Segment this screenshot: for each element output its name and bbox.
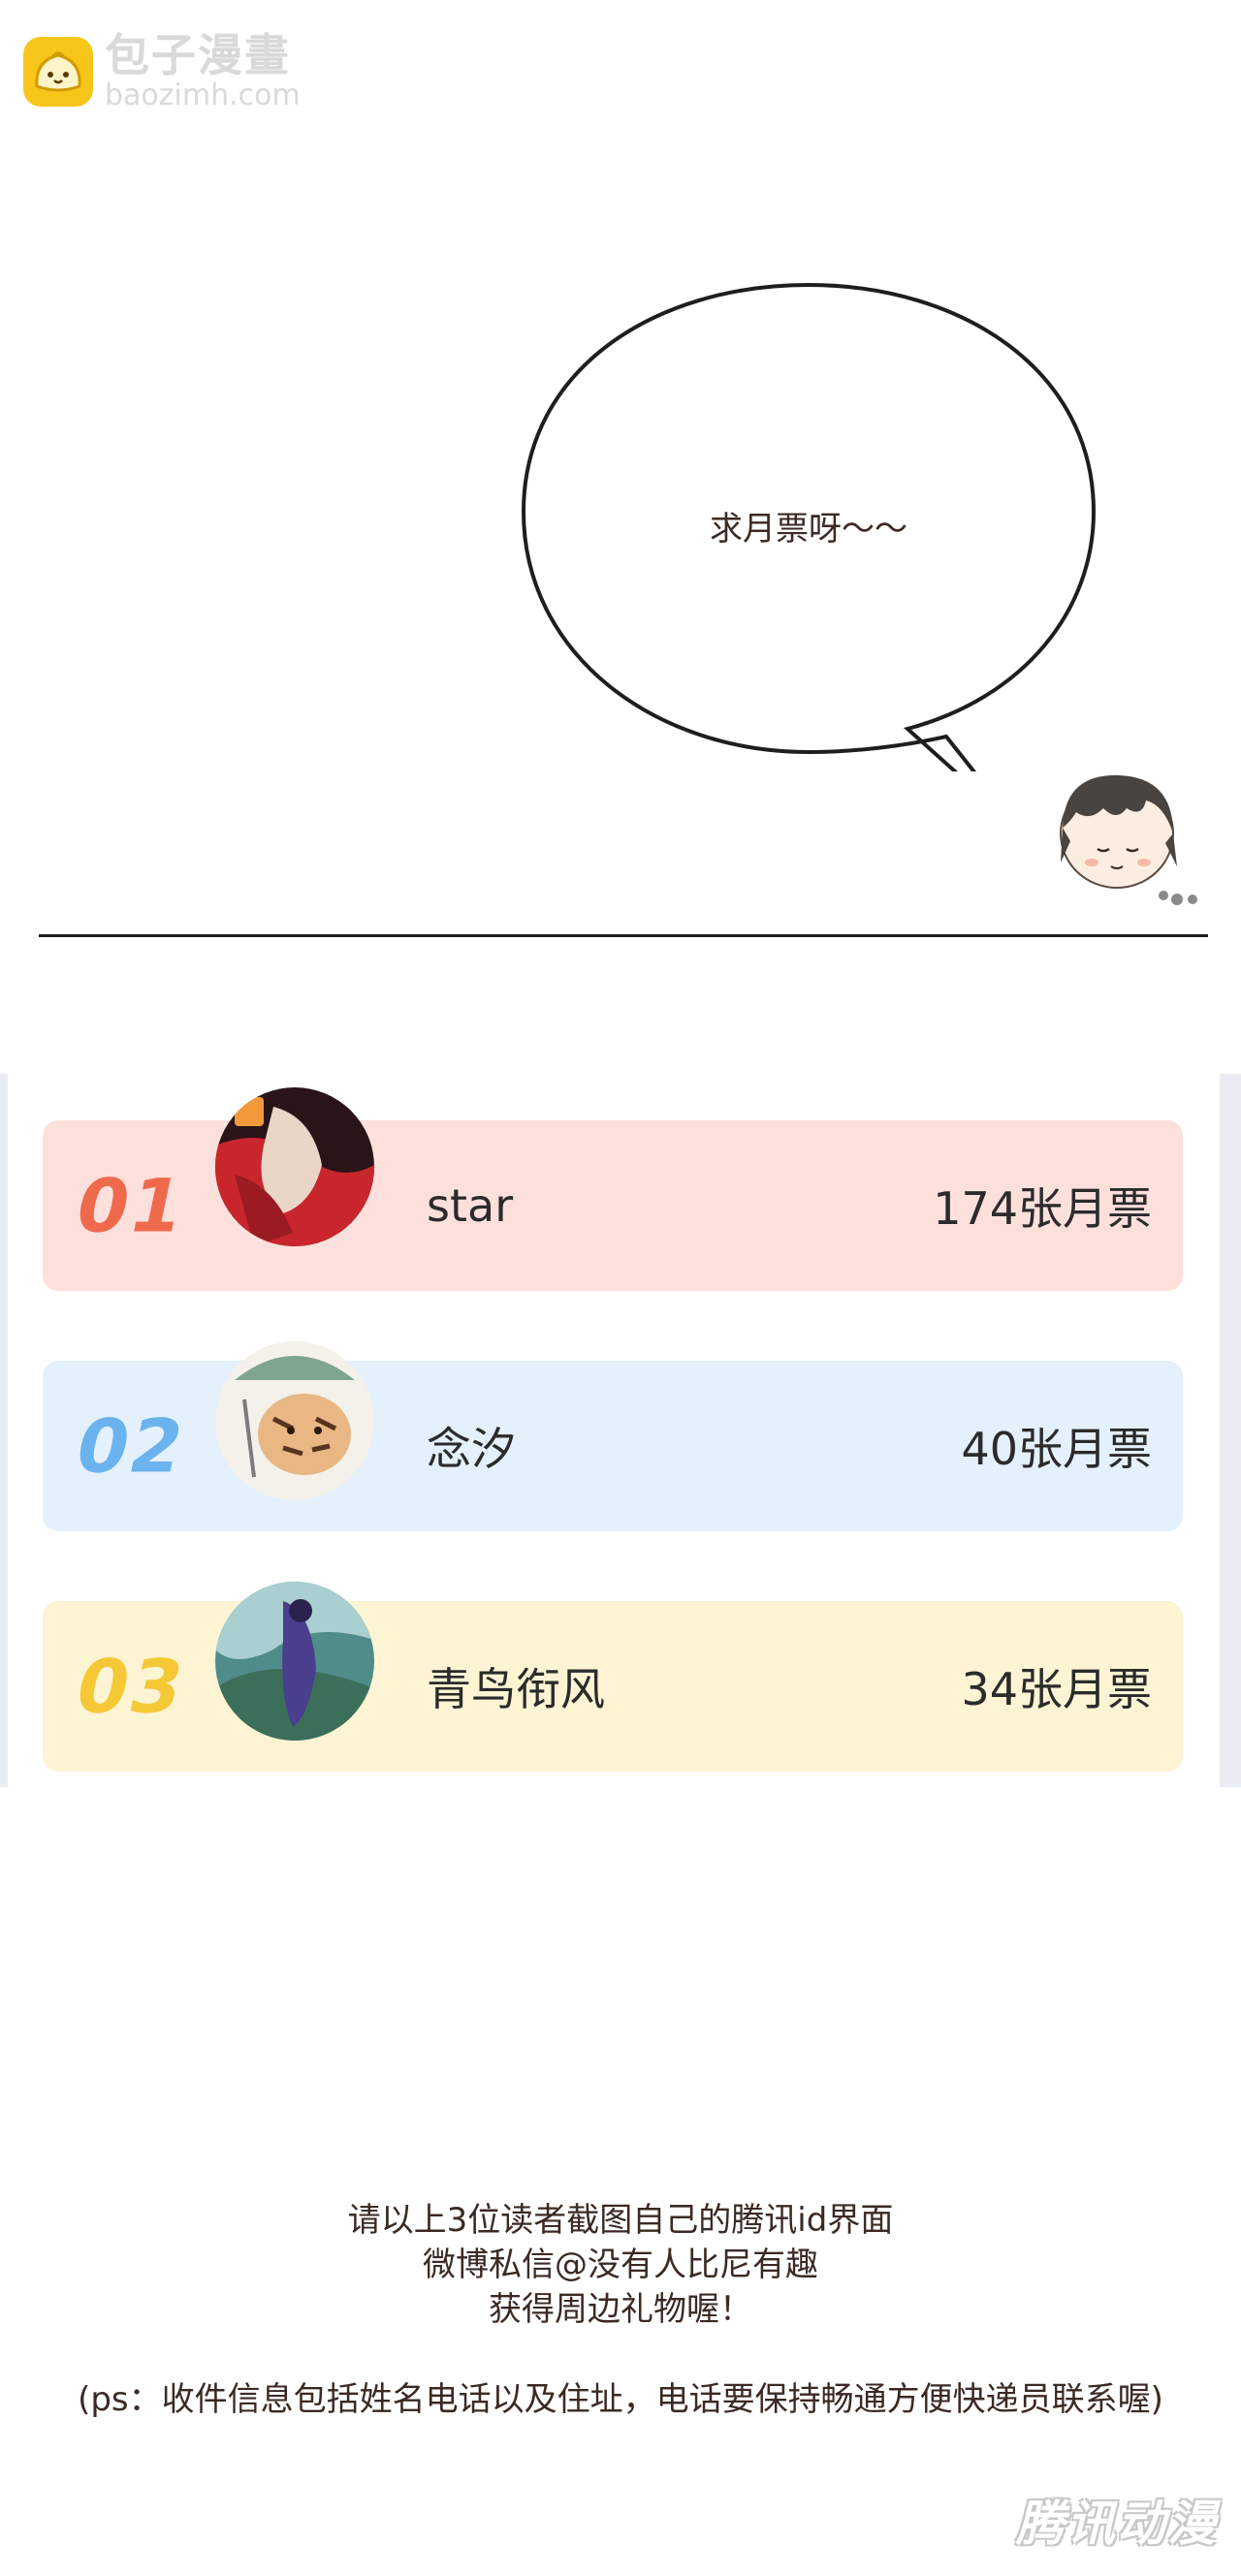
rank-number: 01 — [68, 1162, 194, 1249]
rank-number: 02 — [68, 1402, 194, 1490]
footer-ps-note: (ps：收件信息包括姓名电话以及住址，电话要保持畅通方便快递员联系喔) — [78, 2380, 1163, 2419]
watermark-subtitle: baozimh.com — [105, 79, 301, 112]
footer-line-3: 获得周边礼物喔！ — [489, 2290, 752, 2329]
watermark-title: 包子漫畫 — [105, 29, 291, 81]
bun-face-icon — [23, 37, 93, 107]
ranking-row: 02 念汐 40张月票 — [43, 1341, 1183, 1531]
site-watermark: 包子漫畫 baozimh.com — [23, 33, 301, 110]
monthly-ticket-ranking: 01 star 174张月票 02 念汐 40张月票 03 青鸟衔风 34张月票 — [0, 1074, 1241, 1787]
user-avatar — [215, 1582, 374, 1741]
tencent-comic-watermark: 腾讯动漫 — [1016, 2496, 1218, 2552]
section-divider — [39, 934, 1208, 937]
speech-bubble: 求月票呀～～ — [520, 281, 1098, 771]
ticket-count: 174张月票 — [933, 1182, 1152, 1235]
user-avatar — [215, 1087, 374, 1246]
rank-number: 03 — [68, 1643, 194, 1730]
user-avatar — [215, 1341, 374, 1500]
user-name: 念汐 — [427, 1423, 516, 1475]
ticket-count: 40张月票 — [961, 1423, 1152, 1475]
footer-line-2: 微博私信@没有人比尼有趣 — [423, 2246, 818, 2284]
ranking-row: 01 star 174张月票 — [43, 1087, 1183, 1291]
user-name: 青鸟衔风 — [427, 1663, 605, 1715]
user-name: star — [427, 1179, 514, 1232]
footer-line-1: 请以上3位读者截图自己的腾讯id界面 — [347, 2201, 894, 2240]
chibi-character-icon — [1049, 766, 1204, 911]
ticket-count: 34张月票 — [961, 1663, 1152, 1715]
speech-bubble-text: 求月票呀～～ — [710, 510, 907, 549]
ranking-row: 03 青鸟衔风 34张月票 — [43, 1582, 1183, 1772]
